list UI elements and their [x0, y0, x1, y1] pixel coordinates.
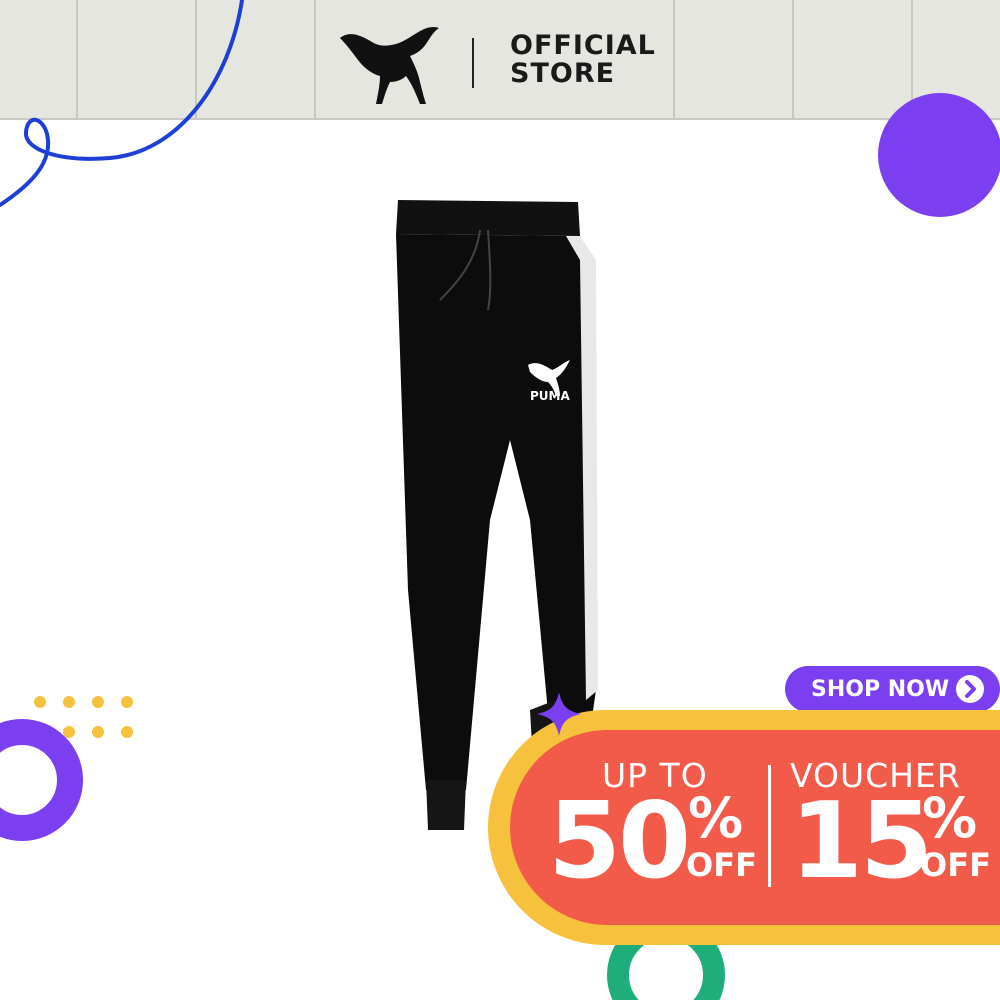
shop-now-label: SHOP NOW: [811, 676, 950, 702]
voucher-value: 15: [790, 780, 933, 902]
header-grid: [76, 0, 913, 118]
voucher-off: OFF: [920, 846, 991, 884]
store-line-2: STORE: [510, 58, 616, 89]
sparkle-icon: [537, 692, 581, 736]
promo-divider: [768, 765, 771, 887]
header-divider: [472, 38, 474, 88]
voucher-percent: %: [922, 786, 978, 850]
discount-off: OFF: [686, 846, 757, 884]
puma-cat-icon: [340, 26, 439, 105]
discount-percent: %: [688, 786, 744, 850]
store-header: OFFICIAL STORE: [0, 0, 1000, 120]
store-line-1: OFFICIAL: [510, 30, 656, 61]
yellow-dots-decoration: [34, 696, 133, 738]
official-store-label: OFFICIAL STORE: [510, 32, 656, 88]
puma-wordmark: PUMA: [530, 389, 570, 403]
discount-value: 50: [548, 780, 691, 902]
chevron-right-icon: [956, 675, 984, 703]
purple-ring-decoration: [0, 719, 83, 841]
shop-now-button[interactable]: SHOP NOW: [785, 666, 1000, 712]
